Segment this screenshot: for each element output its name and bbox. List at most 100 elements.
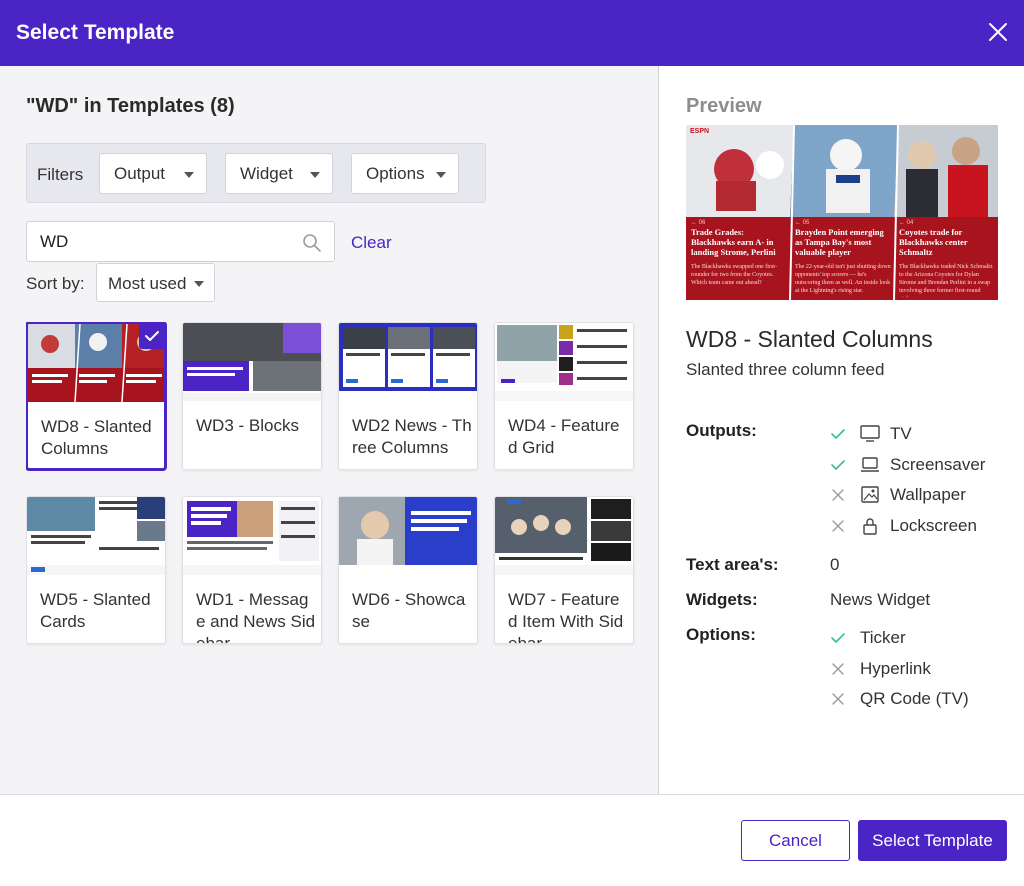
output-wallpaper: Wallpaper: [830, 485, 1020, 509]
output-label: Lockscreen: [890, 516, 977, 535]
checkmark-icon: [145, 331, 159, 341]
thumbnail-image: [339, 497, 477, 575]
preview-panel: Preview ESPN ← 06 ← 05 ← 04 Trade Grades…: [660, 66, 1024, 794]
widgets-value: News Widget: [830, 590, 931, 609]
template-grid: WD8 - Slanted Columns WD3 - Blocks WD2 N…: [26, 322, 638, 650]
template-card-wd5[interactable]: WD5 - Slanted Cards: [26, 496, 166, 644]
results-title: "WD" in Templates (8): [26, 95, 235, 117]
output-filter-dropdown[interactable]: Output: [99, 153, 207, 194]
cross-icon: [832, 520, 844, 532]
output-tv: TV: [830, 424, 1020, 448]
preview-meta-1: ← 06: [691, 220, 706, 226]
output-filter-label: Output: [114, 164, 166, 183]
preview-meta-3: ← 04: [899, 220, 914, 226]
chevron-down-icon: [194, 281, 204, 287]
template-card-label: WD6 - Showcase: [352, 590, 466, 631]
template-card-wd6[interactable]: WD6 - Showcase: [338, 496, 478, 644]
check-icon: [831, 460, 845, 470]
close-button[interactable]: [986, 20, 1010, 44]
text-areas-label: Text area's:: [686, 555, 779, 574]
template-browser-panel: "WD" in Templates (8) Filters Output Wid…: [0, 66, 659, 794]
cross-icon: [832, 489, 844, 501]
template-thumbnail: [183, 323, 321, 401]
template-card-wd2[interactable]: WD2 News - Three Columns: [338, 322, 478, 470]
options-label: Options:: [686, 625, 756, 644]
template-card-label: WD1 - Message and News Sidebar: [196, 590, 316, 644]
widget-filter-label: Widget: [240, 164, 293, 183]
option-label: Hyperlink: [860, 659, 931, 678]
output-label: Screensaver: [890, 455, 986, 474]
lock-icon: [863, 518, 877, 535]
preview-template-name: WD8 - Slanted Columns: [686, 326, 933, 352]
option-qr-code: QR Code (TV): [830, 689, 1020, 713]
outputs-label: Outputs:: [686, 421, 757, 440]
cancel-button[interactable]: Cancel: [741, 820, 850, 861]
template-card-wd4[interactable]: WD4 - Feature d Grid: [494, 322, 634, 470]
widget-filter-dropdown[interactable]: Widget: [225, 153, 333, 194]
preview-template-description: Slanted three column feed: [686, 360, 885, 379]
cross-icon: [832, 663, 844, 675]
filters-label: Filters: [37, 165, 84, 184]
output-label: Wallpaper: [890, 485, 966, 504]
preview-body-2: The 22-year-old isn't just shutting down…: [795, 264, 891, 294]
preview-body-1: The Blackhawks swapped one first-rounder…: [691, 264, 777, 286]
thumbnail-image: [339, 323, 477, 401]
dialog-footer: Cancel Select Template: [0, 794, 1024, 886]
thumbnail-image: [27, 497, 165, 575]
preview-headline-2: Brayden Point emerging as Tampa Bay's mo…: [795, 227, 884, 257]
template-card-label: WD4 - Feature d Grid: [508, 416, 620, 457]
template-card-label: WD2 News - Three Columns: [352, 416, 472, 457]
template-card-wd8[interactable]: WD8 - Slanted Columns: [26, 322, 166, 470]
preview-headline-1: Trade Grades: Blackhawks earn A- in land…: [691, 227, 776, 257]
preview-body-3: The Blackhawks traded Nick Schmaltz to t…: [899, 264, 993, 297]
preview-label: Preview: [686, 95, 762, 117]
thumbnail-image: [183, 497, 321, 575]
template-card-label: WD3 - Blocks: [196, 416, 299, 435]
options-filter-dropdown[interactable]: Options: [351, 153, 459, 194]
template-thumbnail: [495, 497, 633, 575]
image-icon: [861, 486, 879, 503]
template-thumbnail: [339, 497, 477, 575]
template-card-wd3[interactable]: WD3 - Blocks: [182, 322, 322, 470]
select-template-button[interactable]: Select Template: [858, 820, 1007, 861]
thumbnail-image: [495, 497, 633, 575]
selected-check-badge: [139, 324, 164, 349]
text-areas-value: 0: [830, 555, 840, 574]
template-thumbnail: [339, 323, 477, 401]
output-label: TV: [890, 424, 912, 443]
preview-meta-2: ← 05: [795, 220, 810, 226]
check-icon: [831, 429, 845, 439]
option-label: QR Code (TV): [860, 689, 969, 708]
espn-logo: ESPN: [690, 128, 709, 135]
output-lockscreen: Lockscreen: [830, 516, 1020, 540]
widgets-label: Widgets:: [686, 590, 758, 609]
chevron-down-icon: [310, 172, 320, 178]
clear-search-link[interactable]: Clear: [351, 233, 392, 253]
thumbnail-image: [183, 323, 321, 401]
template-card-label: WD8 - Slanted Columns: [41, 417, 152, 458]
template-thumbnail: [183, 497, 321, 575]
chevron-down-icon: [184, 172, 194, 178]
option-hyperlink: Hyperlink: [830, 659, 1020, 683]
dialog-title: Select Template: [16, 21, 175, 44]
search-icon[interactable]: [302, 233, 322, 253]
output-screensaver: Screensaver: [830, 455, 1020, 479]
thumbnail-image: [495, 323, 633, 401]
preview-image: ESPN ← 06 ← 05 ← 04 Trade Grades: Blackh…: [686, 125, 998, 300]
template-thumbnail: [495, 323, 633, 401]
sort-dropdown[interactable]: Most used: [96, 263, 215, 302]
close-icon: [989, 23, 1007, 41]
template-card-wd1[interactable]: WD1 - Message and News Sidebar: [182, 496, 322, 644]
preview-headline-3: Coyotes trade for Blackhawks center Schm…: [899, 227, 968, 257]
option-ticker: Ticker: [830, 628, 1020, 652]
laptop-icon: [861, 457, 879, 472]
dialog-header: Select Template: [0, 0, 1024, 66]
template-thumbnail: [27, 497, 165, 575]
option-label: Ticker: [860, 628, 906, 647]
check-icon: [831, 633, 845, 643]
tv-icon: [860, 425, 880, 442]
search-input[interactable]: [40, 231, 290, 253]
cross-icon: [832, 693, 844, 705]
template-card-wd7[interactable]: WD7 - Feature d Item With Sidebar: [494, 496, 634, 644]
template-card-label: WD5 - Slanted Cards: [40, 590, 151, 631]
